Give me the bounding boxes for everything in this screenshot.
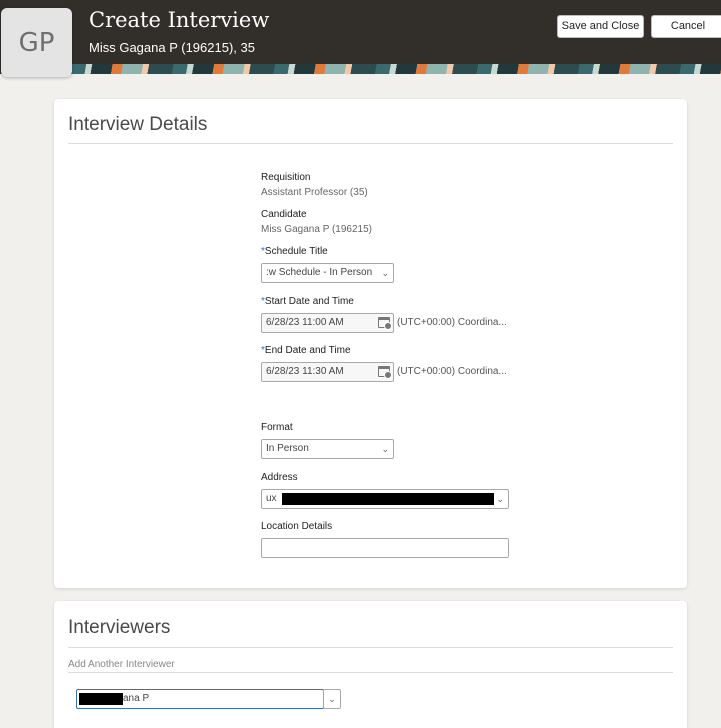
section-divider bbox=[68, 647, 673, 648]
calendar-icon[interactable] bbox=[378, 366, 392, 379]
header-decorative-banner bbox=[72, 64, 721, 74]
interviewer-search-input[interactable]: ana P bbox=[76, 689, 324, 709]
candidate-subtitle: Miss Gagana P (196215), 35 bbox=[89, 40, 255, 55]
location-details-label: Location Details bbox=[261, 521, 333, 532]
start-date-label: *Start Date and Time bbox=[261, 296, 354, 307]
redaction-bar bbox=[282, 493, 494, 505]
location-details-input[interactable] bbox=[261, 538, 509, 558]
address-label: Address bbox=[261, 472, 298, 483]
format-label: Format bbox=[261, 422, 293, 433]
candidate-value: Miss Gagana P (196215) bbox=[261, 224, 372, 235]
avatar: GP bbox=[1, 8, 72, 77]
interviewer-dropdown-button[interactable]: ⌄ bbox=[323, 689, 341, 709]
calendar-icon[interactable] bbox=[378, 317, 392, 330]
section-title-interviewers: Interviewers bbox=[68, 617, 171, 638]
end-date-input[interactable]: 6/28/23 11:30 AM bbox=[261, 362, 394, 382]
start-date-input[interactable]: 6/28/23 11:00 AM bbox=[261, 313, 394, 333]
section-title-interview-details: Interview Details bbox=[68, 114, 208, 135]
format-select[interactable]: In Person ⌄ bbox=[261, 439, 394, 459]
requisition-value: Assistant Professor (35) bbox=[261, 187, 368, 198]
schedule-title-label: *Schedule Title bbox=[261, 246, 328, 257]
schedule-title-select[interactable]: :w Schedule - In Person ⌄ bbox=[261, 263, 394, 283]
interviewers-card: Interviewers Add Another Interviewer ana… bbox=[54, 601, 687, 728]
chevron-down-icon: ⌄ bbox=[496, 494, 504, 504]
page-title: Create Interview bbox=[89, 8, 270, 32]
section-divider bbox=[68, 143, 673, 144]
requisition-label: Requisition bbox=[261, 172, 311, 183]
chevron-down-icon: ⌄ bbox=[328, 694, 336, 704]
candidate-label: Candidate bbox=[261, 209, 307, 220]
end-timezone[interactable]: (UTC+00:00) Coordina... bbox=[397, 366, 507, 377]
start-timezone[interactable]: (UTC+00:00) Coordina... bbox=[397, 317, 507, 328]
chevron-down-icon: ⌄ bbox=[381, 444, 389, 454]
interview-details-card: Interview Details Requisition Assistant … bbox=[54, 99, 687, 588]
cancel-button[interactable]: Cancel bbox=[651, 15, 721, 38]
page-header: Create Interview Miss Gagana P (196215),… bbox=[0, 0, 721, 74]
add-another-interviewer-label: Add Another Interviewer bbox=[68, 659, 175, 670]
address-select[interactable]: ux ⌄ bbox=[261, 489, 509, 509]
redaction-bar bbox=[79, 693, 123, 705]
chevron-down-icon: ⌄ bbox=[381, 268, 389, 278]
section-divider bbox=[68, 672, 673, 673]
end-date-label: *End Date and Time bbox=[261, 345, 351, 356]
save-and-close-button[interactable]: Save and Close bbox=[557, 15, 644, 38]
